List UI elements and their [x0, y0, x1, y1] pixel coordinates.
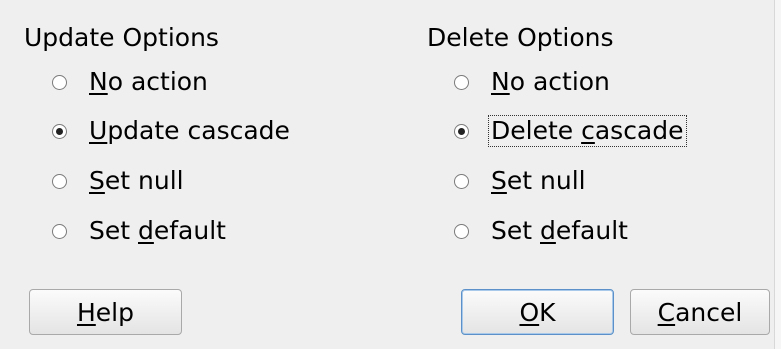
radio-button-selected-icon[interactable]	[52, 123, 67, 139]
radio-button-icon[interactable]	[52, 223, 67, 239]
radio-button-icon[interactable]	[454, 223, 469, 239]
delete-radio-set-null[interactable]: Set null	[454, 163, 588, 199]
radio-label: Set null	[491, 166, 586, 195]
delete-radio-set-default[interactable]: Set default	[454, 213, 630, 249]
button-label: Help	[76, 297, 134, 327]
radio-button-icon[interactable]	[52, 173, 67, 189]
ok-button[interactable]: OK	[461, 289, 614, 335]
radio-button-icon[interactable]	[454, 74, 469, 90]
radio-label: Update cascade	[89, 116, 290, 145]
radio-label: Set default	[89, 216, 226, 245]
delete-options-title: Delete Options	[427, 23, 614, 52]
radio-label-focused: Delete cascade	[488, 115, 687, 147]
radio-button-icon[interactable]	[52, 74, 67, 90]
update-options-title: Update Options	[24, 23, 219, 52]
radio-button-icon[interactable]	[454, 173, 469, 189]
radio-label: No action	[491, 67, 610, 96]
update-radio-update-cascade[interactable]: Update cascade	[52, 113, 292, 149]
window-edge	[774, 0, 781, 349]
button-label: Cancel	[657, 297, 743, 327]
update-radio-set-null[interactable]: Set null	[52, 163, 186, 199]
foreign-key-options-dialog: Update Options No action Update cascade …	[0, 0, 781, 349]
radio-label: Set default	[491, 216, 628, 245]
radio-label: No action	[89, 67, 208, 96]
cancel-button[interactable]: Cancel	[630, 289, 770, 335]
radio-label: Set null	[89, 166, 184, 195]
delete-radio-delete-cascade[interactable]: Delete cascade	[454, 113, 687, 149]
delete-radio-no-action[interactable]: No action	[454, 64, 612, 100]
button-label: OK	[519, 297, 556, 327]
update-radio-no-action[interactable]: No action	[52, 64, 210, 100]
radio-button-selected-icon[interactable]	[454, 123, 469, 139]
update-radio-set-default[interactable]: Set default	[52, 213, 228, 249]
help-button[interactable]: Help	[29, 289, 182, 335]
